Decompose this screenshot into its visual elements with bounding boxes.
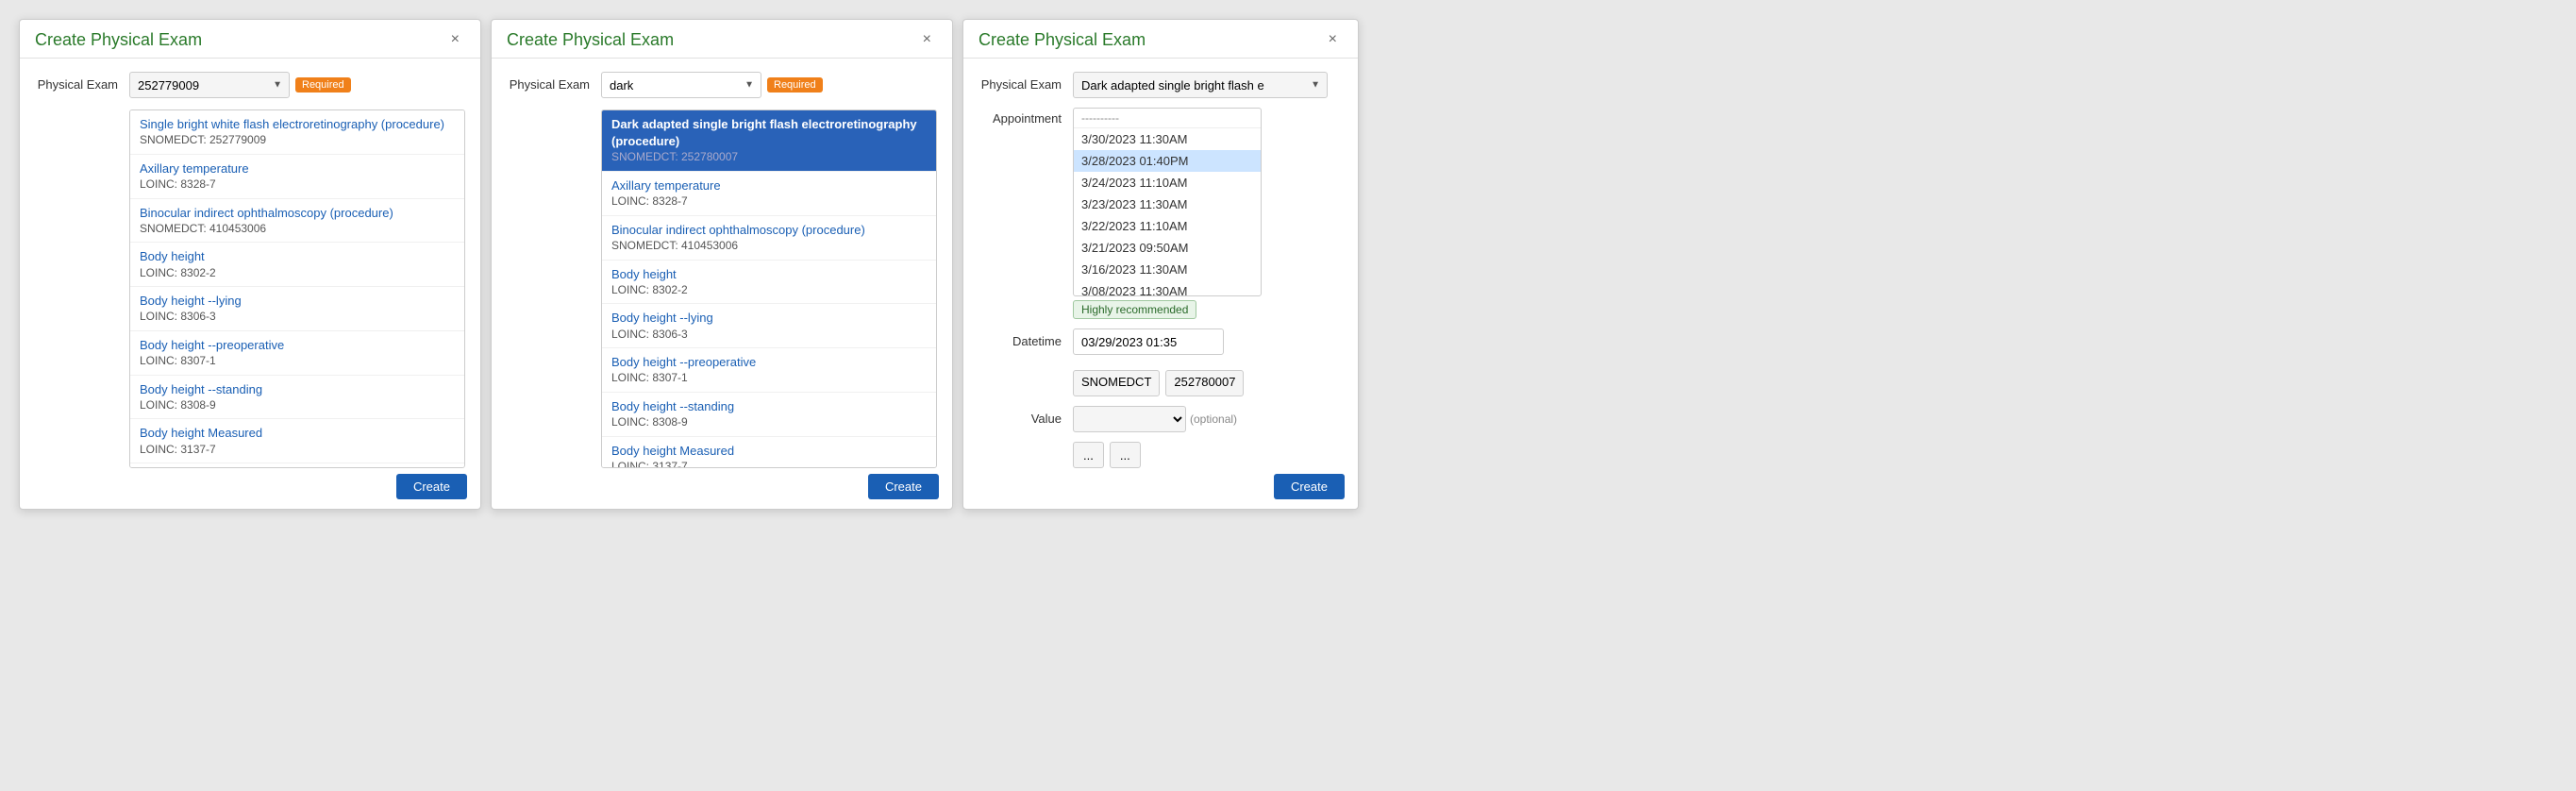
- dialog-3-appt-item-2[interactable]: 3/28/2023 01:40PM: [1074, 150, 1261, 172]
- dialog-3-header: Create Physical Exam ×: [963, 20, 1358, 59]
- dialog-1-dropdown-spacer: [35, 108, 129, 113]
- dialog-3-exam-input-wrap: ▼: [1073, 72, 1328, 98]
- dialog-1-dropdown-item-1[interactable]: Axillary temperatureLOINC: 8328-7: [130, 155, 464, 199]
- dialog-3-code-value: 252780007: [1165, 370, 1244, 396]
- dialog-1-dropdown-item-3[interactable]: Body heightLOINC: 8302-2: [130, 243, 464, 287]
- dialog-2-create-button[interactable]: Create: [868, 474, 939, 499]
- dialog-3-title: Create Physical Exam: [979, 30, 1146, 50]
- dialog-1-required-badge: Required: [295, 77, 351, 93]
- dialog-1-close[interactable]: ×: [445, 29, 465, 50]
- dialog-1: Create Physical Exam × Physical Exam ▼ R…: [19, 19, 481, 510]
- dialog-2-dropdown[interactable]: Dark adapted single bright flash electro…: [601, 109, 937, 468]
- dialog-3-appointment-wrap: ----------3/30/2023 11:30AM3/28/2023 01:…: [1073, 108, 1343, 319]
- dialog-3-appt-separator: ----------: [1074, 109, 1261, 128]
- dialog-2-title: Create Physical Exam: [507, 30, 674, 50]
- dialog-2-dropdown-item-0[interactable]: Dark adapted single bright flash electro…: [602, 110, 936, 172]
- dialog-3-appt-item-1[interactable]: 3/30/2023 11:30AM: [1074, 128, 1261, 150]
- dialog-2-close[interactable]: ×: [917, 29, 937, 50]
- dialog-2-dropdown-item-5[interactable]: Body height --preoperativeLOINC: 8307-1: [602, 348, 936, 393]
- dialog-2-dropdown-item-1[interactable]: Axillary temperatureLOINC: 8328-7: [602, 172, 936, 216]
- dialog-1-dropdown[interactable]: Single bright white flash electroretinog…: [129, 109, 465, 468]
- dialog-3-value-wrap: (optional): [1073, 406, 1237, 432]
- dialog-1-header: Create Physical Exam ×: [20, 20, 480, 59]
- dialog-3-appt-item-8[interactable]: 3/08/2023 11:30AM: [1074, 280, 1261, 296]
- dialog-3-btn-wrap: ... ...: [1073, 442, 1141, 468]
- dialog-1-exam-input-wrap: ▼: [129, 72, 290, 98]
- dialog-3-appointment-row: Appointment ----------3/30/2023 11:30AM3…: [979, 108, 1343, 319]
- dialog-2-dropdown-item-6[interactable]: Body height --standingLOINC: 8308-9: [602, 393, 936, 437]
- dialog-3-datetime-wrap: [1073, 328, 1343, 355]
- dialog-1-exam-label: Physical Exam: [35, 72, 129, 92]
- dialog-2: Create Physical Exam × Physical Exam ▼ R…: [491, 19, 953, 510]
- dialog-1-dropdown-item-0[interactable]: Single bright white flash electroretinog…: [130, 110, 464, 155]
- dialog-1-dropdown-item-4[interactable]: Body height --lyingLOINC: 8306-3: [130, 287, 464, 331]
- dialog-1-dropdown-item-2[interactable]: Binocular indirect ophthalmoscopy (proce…: [130, 199, 464, 244]
- dialog-2-dropdown-wrap: Dark adapted single bright flash electro…: [601, 108, 937, 468]
- dialog-3-appt-item-7[interactable]: 3/16/2023 11:30AM: [1074, 259, 1261, 280]
- dialog-3-highly-recommended: Highly recommended: [1073, 300, 1196, 319]
- dialog-1-dropdown-item-6[interactable]: Body height --standingLOINC: 8308-9: [130, 376, 464, 420]
- dialog-2-exam-wrap: ▼ Required: [601, 72, 937, 98]
- dialog-2-dropdown-item-2[interactable]: Binocular indirect ophthalmoscopy (proce…: [602, 216, 936, 261]
- dialog-1-body: Physical Exam ▼ Required Single bright w…: [20, 59, 480, 491]
- dialog-3-cancel-button[interactable]: ...: [1073, 442, 1104, 468]
- dialog-3-snomedct-code: SNOMEDCT: [1073, 370, 1160, 396]
- dialog-3-footer: Create: [1261, 464, 1358, 509]
- dialog-1-dropdown-item-7[interactable]: Body height MeasuredLOINC: 3137-7: [130, 419, 464, 463]
- dialog-2-required-badge: Required: [767, 77, 823, 93]
- dialog-2-exam-input[interactable]: [601, 72, 761, 98]
- dialog-3-datetime-label: Datetime: [979, 328, 1073, 348]
- dialog-3-reset-button[interactable]: ...: [1110, 442, 1141, 468]
- dialog-3-code-row: SNOMEDCT 252780007: [979, 364, 1343, 396]
- dialog-2-header: Create Physical Exam ×: [492, 20, 952, 59]
- dialog-3-close[interactable]: ×: [1323, 29, 1343, 50]
- dialog-3-appt-item-5[interactable]: 3/22/2023 11:10AM: [1074, 215, 1261, 237]
- dialog-3-btn-spacer: [979, 442, 1073, 447]
- dialog-3: Create Physical Exam × Physical Exam ▼ A…: [962, 19, 1359, 510]
- dialog-3-value-row: Value (optional): [979, 406, 1343, 432]
- dialog-3-exam-row: Physical Exam ▼: [979, 72, 1343, 98]
- dialog-1-exam-wrap: ▼ Required: [129, 72, 465, 98]
- dialog-3-body: Physical Exam ▼ Appointment ----------3/…: [963, 59, 1358, 491]
- dialog-3-datetime-row: Datetime: [979, 328, 1343, 355]
- dialog-2-exam-input-wrap: ▼: [601, 72, 761, 98]
- dialog-2-body: Physical Exam ▼ Required Dark adapted si…: [492, 59, 952, 491]
- dialog-1-dropdown-wrap: Single bright white flash electroretinog…: [129, 108, 465, 468]
- dialog-2-dropdown-spacer: [507, 108, 601, 113]
- dialog-1-title: Create Physical Exam: [35, 30, 202, 50]
- dialog-2-exam-label: Physical Exam: [507, 72, 601, 92]
- dialog-2-dropdown-row: Dark adapted single bright flash electro…: [507, 108, 937, 468]
- dialog-1-exam-input[interactable]: [129, 72, 290, 98]
- dialog-1-dropdown-item-5[interactable]: Body height --preoperativeLOINC: 8307-1: [130, 331, 464, 376]
- dialog-3-value-label: Value: [979, 406, 1073, 426]
- dialog-2-dropdown-item-7[interactable]: Body height MeasuredLOINC: 3137-7: [602, 437, 936, 468]
- dialog-2-dropdown-item-4[interactable]: Body height --lyingLOINC: 8306-3: [602, 304, 936, 348]
- dialog-3-appointment-label: Appointment: [979, 108, 1073, 126]
- dialog-3-appt-item-3[interactable]: 3/24/2023 11:10AM: [1074, 172, 1261, 194]
- dialog-3-appointment-list[interactable]: ----------3/30/2023 11:30AM3/28/2023 01:…: [1073, 108, 1262, 296]
- dialog-3-value-select[interactable]: [1073, 406, 1186, 432]
- dialog-3-exam-input[interactable]: [1073, 72, 1328, 98]
- dialog-3-exam-label: Physical Exam: [979, 72, 1073, 92]
- dialog-1-dropdown-row: Single bright white flash electroretinog…: [35, 108, 465, 468]
- dialog-3-create-button[interactable]: Create: [1274, 474, 1345, 499]
- dialog-1-exam-row: Physical Exam ▼ Required: [35, 72, 465, 98]
- dialog-3-appt-item-6[interactable]: 3/21/2023 09:50AM: [1074, 237, 1261, 259]
- dialog-3-appt-item-4[interactable]: 3/23/2023 11:30AM: [1074, 194, 1261, 215]
- dialog-3-code-spacer: [979, 364, 1073, 370]
- dialog-1-footer: Create: [383, 464, 480, 509]
- dialog-2-dropdown-item-3[interactable]: Body heightLOINC: 8302-2: [602, 261, 936, 305]
- dialog-3-exam-wrap: ▼: [1073, 72, 1343, 98]
- dialog-2-footer: Create: [855, 464, 952, 509]
- dialog-3-optional: (optional): [1190, 412, 1237, 426]
- dialog-3-datetime-input[interactable]: [1073, 328, 1224, 355]
- dialog-1-create-button[interactable]: Create: [396, 474, 467, 499]
- dialog-2-exam-row: Physical Exam ▼ Required: [507, 72, 937, 98]
- dialog-3-code-wrap: SNOMEDCT 252780007: [1073, 370, 1244, 396]
